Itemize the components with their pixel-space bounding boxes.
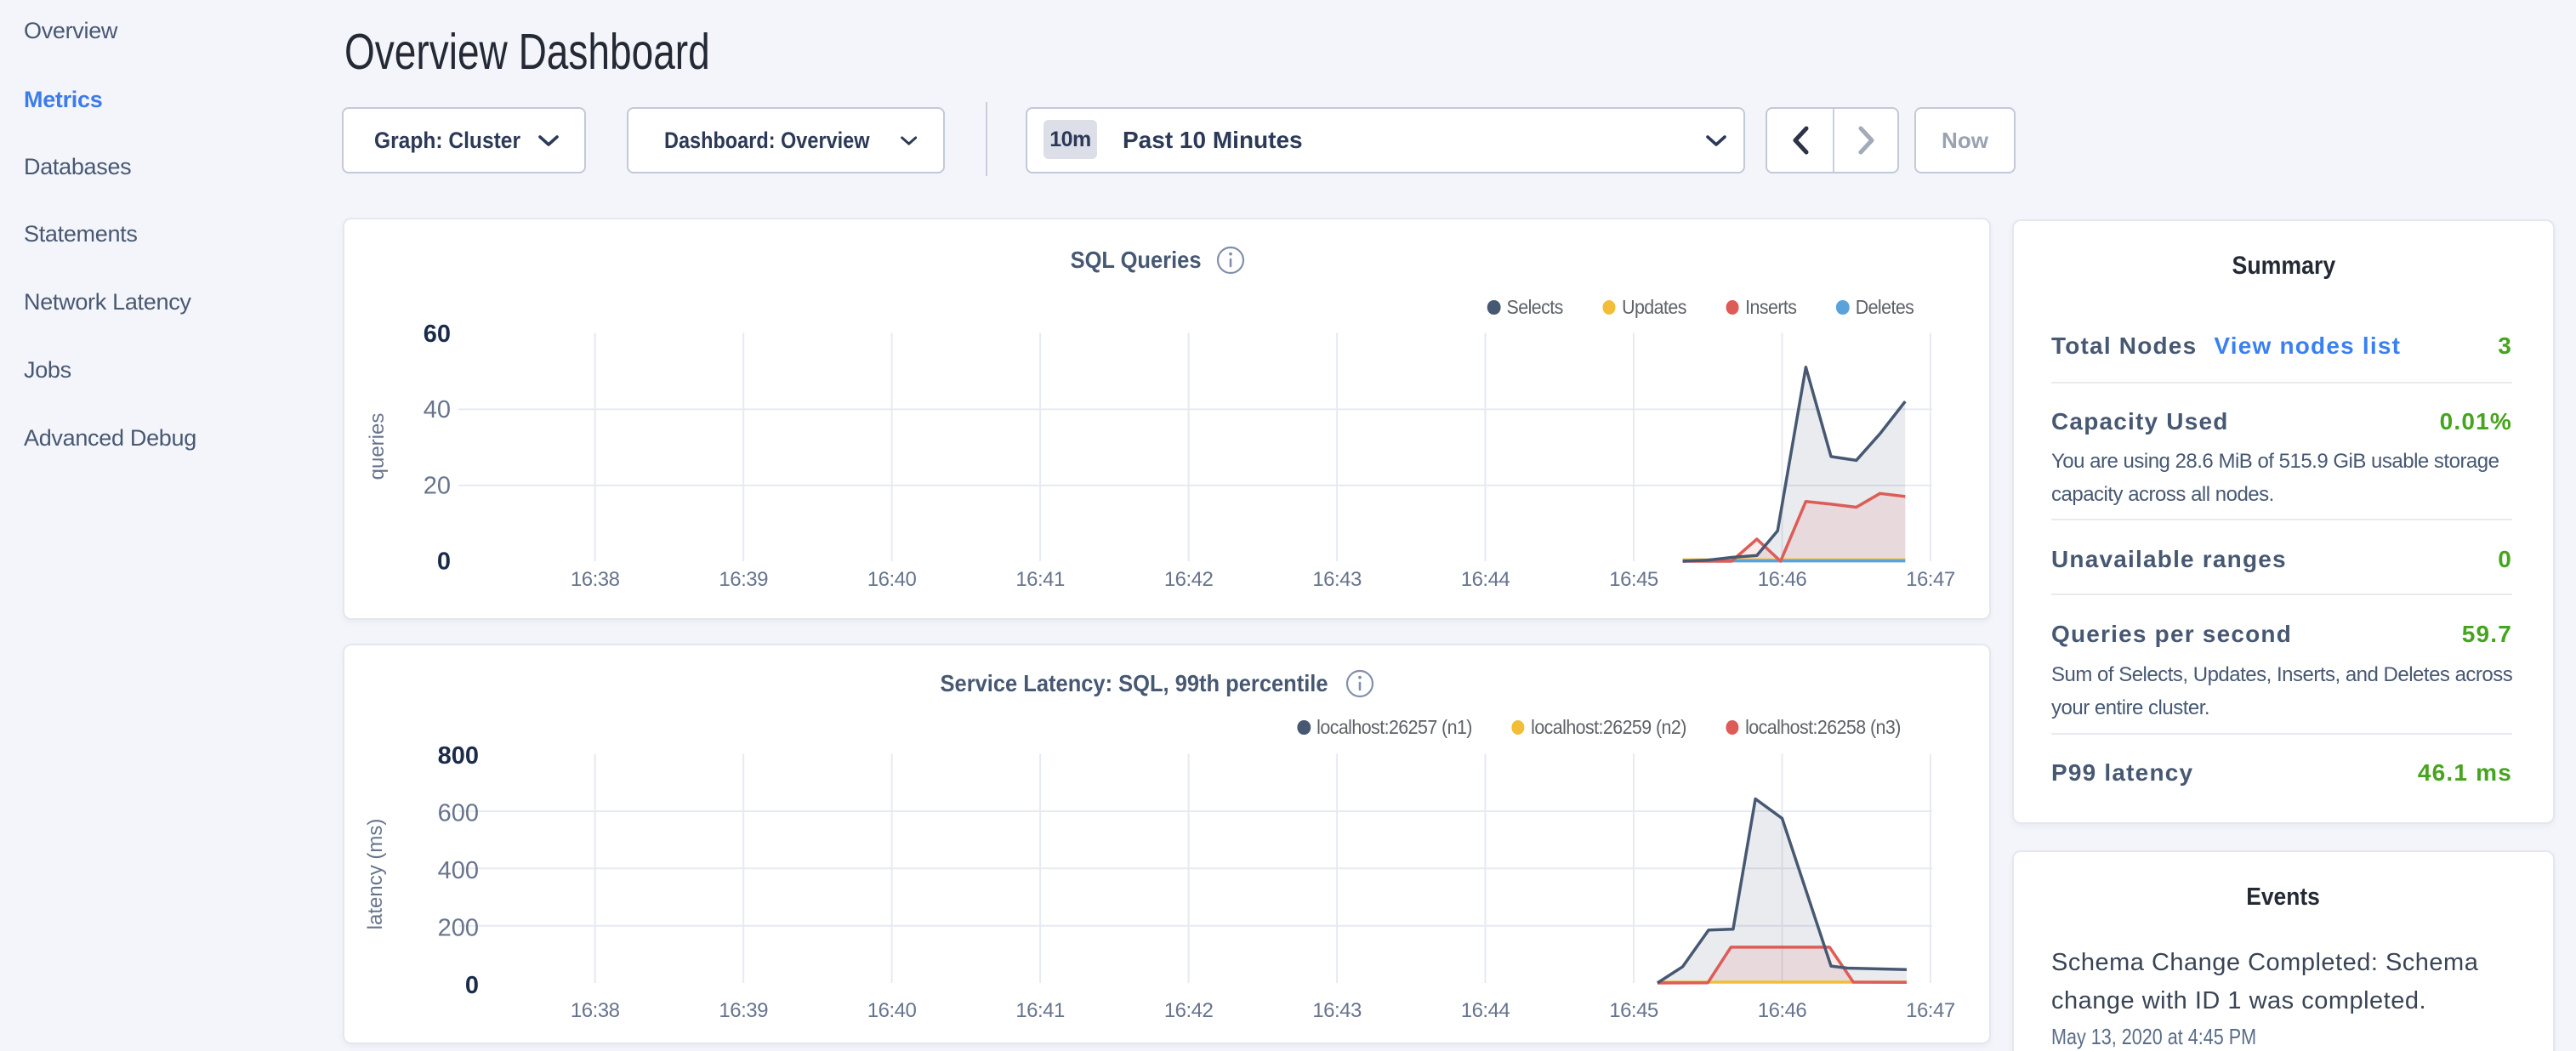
svg-text:16:41: 16:41: [1015, 999, 1065, 1022]
svg-text:600: 600: [438, 800, 479, 827]
svg-text:16:47: 16:47: [1906, 568, 1955, 591]
svg-text:16:42: 16:42: [1164, 568, 1214, 591]
svg-text:16:40: 16:40: [867, 568, 917, 591]
svg-text:16:44: 16:44: [1461, 999, 1510, 1022]
svg-text:16:42: 16:42: [1164, 999, 1214, 1022]
svg-text:16:40: 16:40: [867, 999, 917, 1022]
svg-text:16:46: 16:46: [1758, 568, 1807, 591]
svg-text:16:47: 16:47: [1906, 999, 1955, 1022]
svg-text:800: 800: [438, 742, 479, 770]
svg-text:16:44: 16:44: [1461, 568, 1510, 591]
svg-text:queries: queries: [366, 413, 389, 480]
svg-text:16:39: 16:39: [719, 568, 768, 591]
svg-text:0: 0: [465, 972, 479, 999]
svg-text:20: 20: [424, 473, 451, 500]
svg-text:60: 60: [424, 321, 451, 348]
svg-text:16:43: 16:43: [1312, 999, 1362, 1022]
svg-text:40: 40: [424, 396, 451, 423]
svg-text:16:46: 16:46: [1758, 999, 1807, 1022]
svg-text:200: 200: [438, 915, 479, 942]
svg-text:400: 400: [438, 857, 479, 884]
svg-text:16:38: 16:38: [571, 999, 620, 1022]
svg-text:16:38: 16:38: [571, 568, 620, 591]
svg-text:16:39: 16:39: [719, 999, 768, 1022]
svg-text:16:45: 16:45: [1609, 999, 1658, 1022]
svg-text:0: 0: [437, 548, 451, 576]
svg-text:latency (ms): latency (ms): [364, 819, 387, 930]
svg-text:16:41: 16:41: [1015, 568, 1065, 591]
svg-text:16:45: 16:45: [1609, 568, 1658, 591]
svg-text:16:43: 16:43: [1312, 568, 1362, 591]
